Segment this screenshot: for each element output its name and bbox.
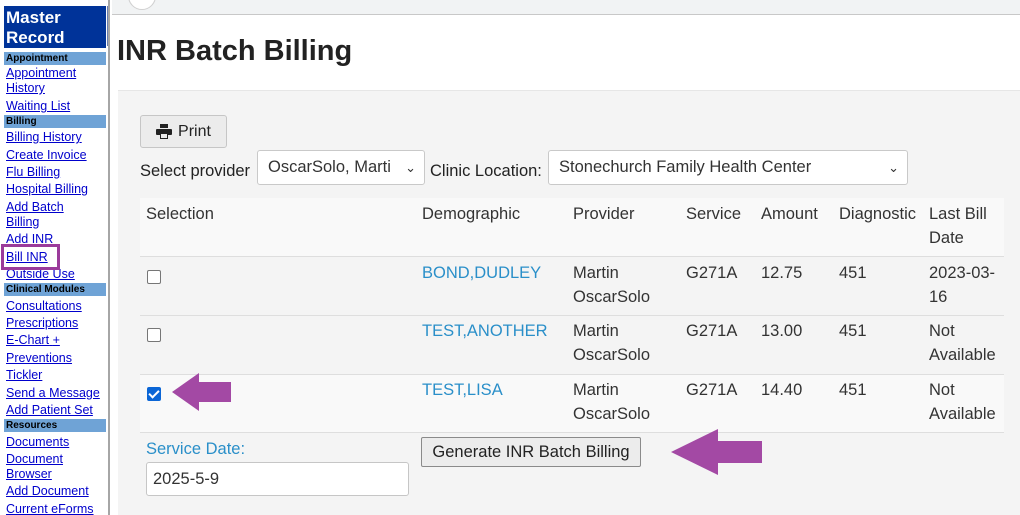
link-prescriptions[interactable]: Prescriptions <box>6 316 108 331</box>
sidebar-title-line1: Master <box>6 8 61 27</box>
service-date-input[interactable]: 2025-5-9 <box>146 462 409 496</box>
link-echart[interactable]: E-Chart + <box>6 333 108 348</box>
bill-inr-highlight-box <box>1 244 60 270</box>
link-consultations[interactable]: Consultations <box>6 299 108 314</box>
clinic-location-value: Stonechurch Family Health Center <box>559 158 812 176</box>
header-amount: Amount <box>761 205 818 223</box>
row-divider <box>140 315 1004 316</box>
provider-cell: Martin OscarSolo <box>573 381 651 423</box>
last-bill-cell: 2023-03- 16 <box>929 264 996 306</box>
provider-cell: Martin OscarSolo <box>573 322 651 364</box>
service-cell: G271A <box>686 264 738 282</box>
link-billing-history[interactable]: Billing History <box>6 130 108 145</box>
circle-icon <box>128 0 156 10</box>
section-resources: Resources <box>4 419 106 432</box>
generate-inr-batch-billing-button[interactable]: Generate INR Batch Billing <box>421 437 641 467</box>
header-demographic: Demographic <box>422 205 521 223</box>
arrow-left-icon <box>172 373 231 411</box>
row-divider <box>140 374 1004 375</box>
service-cell: G271A <box>686 322 738 340</box>
sidebar: Master Record Appointment Appointment His… <box>0 0 110 515</box>
amount-cell: 13.00 <box>761 322 803 340</box>
clinic-location-select[interactable]: Stonechurch Family Health Center ⌄ <box>548 150 908 185</box>
printer-icon <box>156 124 173 139</box>
header-provider: Provider <box>573 205 635 223</box>
browser-top-strip <box>112 0 1020 15</box>
last-bill-cell: Not Available <box>929 381 996 423</box>
chevron-down-icon: ⌄ <box>888 160 899 175</box>
demographic-link[interactable]: BOND,DUDLEY <box>422 261 541 285</box>
link-hospital-billing[interactable]: Hospital Billing <box>6 182 108 197</box>
header-diagnostic: Diagnostic <box>839 205 917 223</box>
section-billing: Billing <box>4 115 106 128</box>
service-date-label: Service Date: <box>146 440 246 458</box>
link-waiting-list[interactable]: Waiting List <box>6 99 108 114</box>
link-documents[interactable]: Documents <box>6 435 108 450</box>
sidebar-title: Master Record <box>4 6 106 48</box>
sidebar-title-line2: Record <box>6 28 65 47</box>
row-divider <box>140 256 1004 257</box>
amount-cell: 14.40 <box>761 381 803 399</box>
service-cell: G271A <box>686 381 738 399</box>
amount-cell: 12.75 <box>761 264 803 282</box>
sidebar-scroll-handle[interactable] <box>107 6 108 46</box>
diagnostic-cell: 451 <box>839 264 867 282</box>
diagnostic-cell: 451 <box>839 381 867 399</box>
select-provider-label: Select provider <box>140 162 251 180</box>
clinic-location-label: Clinic Location: <box>430 162 542 180</box>
demographic-link[interactable]: TEST,LISA <box>422 378 503 402</box>
row-divider <box>140 432 1004 433</box>
header-selection: Selection <box>146 205 214 223</box>
arrow-left-icon <box>671 429 762 475</box>
link-appointment-history[interactable]: Appointment History <box>6 66 108 96</box>
row-checkbox[interactable] <box>147 328 161 342</box>
print-label: Print <box>178 122 211 140</box>
link-tickler[interactable]: Tickler <box>6 368 108 383</box>
row-checkbox[interactable] <box>147 270 161 284</box>
section-appointment: Appointment <box>4 52 106 65</box>
link-add-document[interactable]: Add Document <box>6 484 108 499</box>
page-title: INR Batch Billing <box>117 35 353 67</box>
link-document-browser[interactable]: Document Browser <box>6 452 108 482</box>
link-create-invoice[interactable]: Create Invoice <box>6 148 108 163</box>
header-service: Service <box>686 205 742 223</box>
header-last-bill-date: Last Bill Date <box>929 205 987 247</box>
print-button[interactable]: Print <box>140 115 227 148</box>
last-bill-cell: Not Available <box>929 322 996 364</box>
section-clinical-modules: Clinical Modules <box>4 283 106 296</box>
demographic-link[interactable]: TEST,ANOTHER <box>422 319 548 343</box>
provider-select[interactable]: OscarSolo, Marti ⌄ <box>257 150 425 185</box>
link-preventions[interactable]: Preventions <box>6 351 108 366</box>
chevron-down-icon: ⌄ <box>405 160 416 175</box>
link-flu-billing[interactable]: Flu Billing <box>6 165 108 180</box>
provider-cell: Martin OscarSolo <box>573 264 651 306</box>
row-checkbox-checked[interactable] <box>147 387 161 401</box>
link-add-batch-billing[interactable]: Add Batch Billing <box>6 200 108 230</box>
provider-select-value: OscarSolo, Marti <box>268 158 391 176</box>
link-send-message[interactable]: Send a Message <box>6 386 108 401</box>
diagnostic-cell: 451 <box>839 322 867 340</box>
link-current-eforms[interactable]: Current eForms <box>6 502 108 515</box>
echart-plus[interactable]: + <box>53 333 60 347</box>
table-row-bg <box>140 374 1004 432</box>
link-add-patient-set[interactable]: Add Patient Set <box>6 403 108 418</box>
